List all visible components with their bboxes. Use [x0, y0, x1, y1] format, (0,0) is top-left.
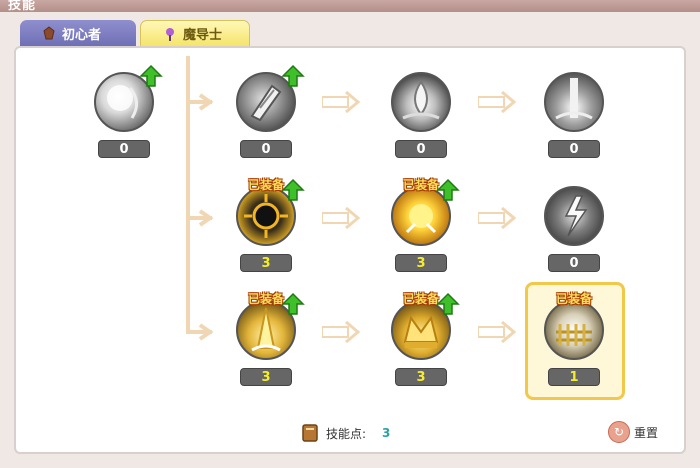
skill-root[interactable]: 0	[91, 64, 163, 160]
skill-r1-c2[interactable]: 0	[388, 70, 454, 160]
skill-r1-c3[interactable]: 0	[541, 70, 607, 160]
arrow-r2-a	[322, 207, 360, 229]
light-pillar-icon	[544, 72, 604, 132]
beginner-icon	[43, 26, 55, 40]
branch-arrow-row2	[198, 209, 214, 227]
reset-icon: ↻	[608, 421, 630, 443]
tab-mage-label: 魔导士	[183, 28, 223, 43]
skill-book-icon	[302, 424, 318, 442]
reset-label: 重置	[634, 425, 659, 440]
arrow-r1-a	[322, 91, 360, 113]
skill-level: 3	[240, 368, 292, 386]
tab-beginner-label: 初心者	[62, 27, 102, 43]
tab-mage[interactable]: 魔导士	[140, 20, 250, 46]
upgrade-arrow-icon[interactable]	[436, 178, 460, 202]
arrow-r3-b	[478, 321, 516, 343]
skill-r3-c3[interactable]: 已装备 1	[541, 292, 607, 388]
skill-level: 0	[548, 254, 600, 272]
tab-beginner[interactable]: 初心者	[20, 20, 136, 46]
branch-arrow-row3	[198, 323, 214, 341]
branch-arrow-row1	[198, 93, 214, 111]
golden-fence-icon	[544, 300, 604, 360]
water-drop-icon	[391, 72, 451, 132]
skill-level: 0	[548, 140, 600, 158]
skill-r2-c3[interactable]: 0	[541, 184, 607, 274]
mage-wand-icon	[166, 27, 174, 41]
skill-level: 0	[395, 140, 447, 158]
tree-trunk-line	[186, 56, 190, 334]
arrow-r3-a	[322, 321, 360, 343]
skill-r1-c1[interactable]: 0	[233, 64, 305, 160]
upgrade-arrow-icon[interactable]	[281, 292, 305, 316]
skill-level: 3	[240, 254, 292, 272]
skill-r3-c1[interactable]: 已装备 3	[233, 292, 305, 388]
arrow-r2-b	[478, 207, 516, 229]
skill-level: 1	[548, 368, 600, 386]
skill-r2-c1[interactable]: 已装备 3	[233, 178, 305, 274]
skill-r3-c2[interactable]: 已装备 3	[388, 292, 460, 388]
skill-points-area: 技能点: 3	[300, 422, 390, 444]
upgrade-arrow-icon[interactable]	[139, 64, 163, 88]
upgrade-arrow-icon[interactable]	[281, 64, 305, 88]
window-titlebar: 技能	[0, 0, 700, 13]
upgrade-arrow-icon[interactable]	[281, 178, 305, 202]
skill-level: 0	[240, 140, 292, 158]
lightning-icon	[544, 186, 604, 246]
skill-r2-c2[interactable]: 已装备 3	[388, 178, 460, 274]
skill-level: 3	[395, 254, 447, 272]
skill-points-label: 技能点:	[326, 426, 367, 441]
equipped-badge: 已装备	[555, 292, 592, 306]
skill-level: 0	[98, 140, 150, 158]
upgrade-arrow-icon[interactable]	[436, 292, 460, 316]
arrow-r1-b	[478, 91, 516, 113]
skill-points-value: 3	[382, 426, 391, 440]
skill-level: 3	[395, 368, 447, 386]
reset-button[interactable]: ↻ 重置	[608, 420, 658, 444]
